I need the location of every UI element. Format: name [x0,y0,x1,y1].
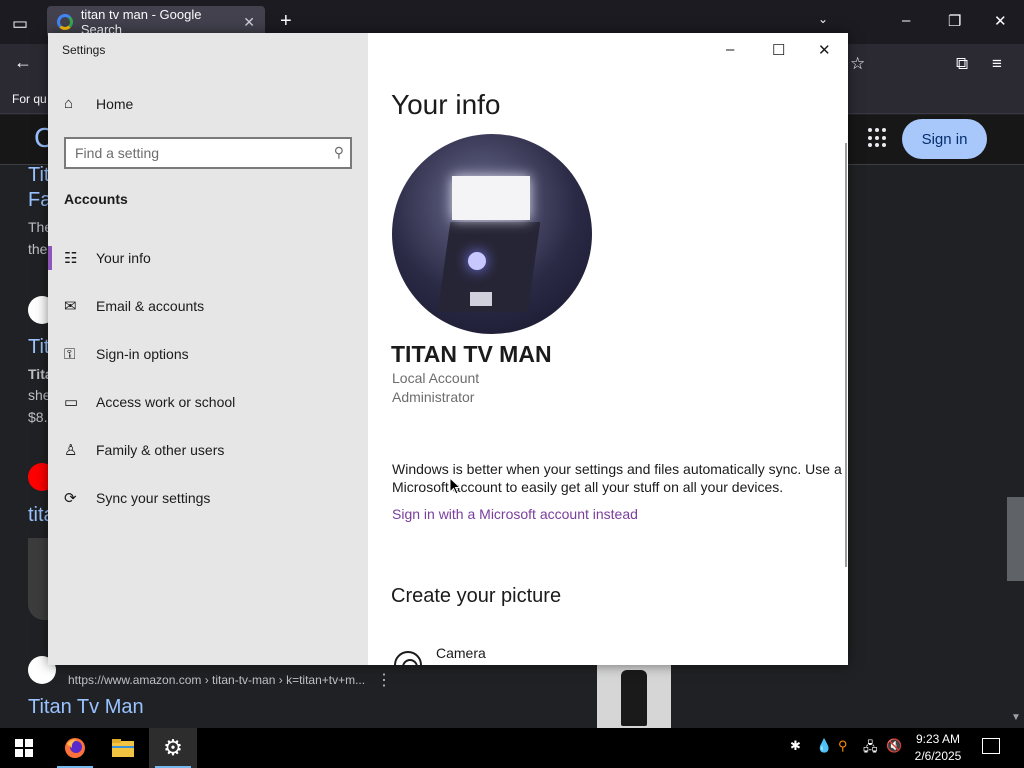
home-icon: ⌂ [64,95,74,112]
user-name: TITAN TV MAN [391,341,552,367]
maximize-icon[interactable]: ☐ [772,41,785,59]
settings-window: Settings ⌂ Home ⚲ Accounts ☷ Your info ✉… [48,33,848,665]
close-tab-icon[interactable]: ✕ [243,14,255,31]
find-setting-search[interactable]: ⚲ [64,137,352,169]
back-arrow-icon[interactable]: ← [14,52,32,73]
video-thumbnail[interactable] [28,538,48,620]
firefox-icon [65,738,85,758]
result-fragment: $8. [28,409,48,425]
search-icon[interactable]: ⚲ [334,144,344,161]
result-image[interactable] [597,664,671,728]
settings-sidebar: Settings ⌂ Home ⚲ Accounts ☷ Your info ✉… [48,33,368,665]
home-nav[interactable]: ⌂ Home [64,95,133,112]
google-apps-icon[interactable] [868,128,888,148]
add-person-icon: ♙ [64,442,78,459]
person-card-icon: ☷ [64,250,78,267]
new-tab-button[interactable]: + [280,10,292,33]
clock-time: 9:23 AM [915,732,961,746]
tray-drop-icon[interactable]: 💧 [816,738,832,754]
taskbar-firefox[interactable] [51,728,99,768]
account-type: Local Account [392,370,480,386]
nav-email-accounts[interactable]: ✉ Email & accounts [48,282,368,330]
network-icon[interactable]: 🖧 [863,738,878,760]
extensions-icon[interactable]: ⧉ [956,54,968,74]
more-options-icon[interactable]: ⋮ [376,670,392,690]
mail-icon: ✉ [64,298,77,315]
tray-app-icon[interactable]: ✱ [790,738,801,754]
volume-muted-icon[interactable]: 🔇 [886,738,902,754]
result-url: https://www.amazon.com › titan-tv-man › … [68,673,366,687]
clock-date: 2/6/2025 [914,749,962,763]
close-icon[interactable]: ✕ [818,41,831,59]
microsoft-account-link[interactable]: Sign in with a Microsoft account instead [392,506,638,522]
camera-label: Camera [436,645,486,661]
nav-label: Sync your settings [96,490,211,506]
minimize-icon[interactable]: – [726,41,734,58]
browser-close-icon[interactable]: ✕ [994,12,1007,30]
bookmarks-text[interactable]: For qu [12,92,47,106]
scroll-down-arrow-icon[interactable]: ▼ [1011,712,1021,723]
browser-minimize-icon[interactable]: – [902,12,910,29]
result-title[interactable]: Titan Tv Man [28,696,144,719]
sync-icon: ⟳ [64,490,77,507]
taskbar-settings[interactable]: ⚙ [149,728,197,768]
result-fragment: the [28,241,48,257]
tab-manager-icon[interactable]: ▭ [12,14,28,34]
account-role: Administrator [392,389,475,405]
nav-label: Email & accounts [96,298,205,314]
result-fragment[interactable]: Tit [28,336,49,359]
start-button[interactable] [0,728,48,768]
section-label: Accounts [64,191,128,207]
file-explorer-icon [112,739,134,757]
key-icon: ⚿ [64,345,76,363]
nav-sign-in-options[interactable]: ⚿ Sign-in options [48,330,368,378]
nav-label: Access work or school [96,394,236,410]
camera-icon [394,651,422,665]
tray-search-icon[interactable]: ⚲ [838,738,848,754]
nav-label: Sign-in options [96,346,189,362]
settings-gear-icon: ⚙ [163,735,183,760]
notification-center-icon[interactable] [982,738,1000,754]
nav-sync-settings[interactable]: ⟳ Sync your settings [48,474,368,522]
windows-logo-icon [15,739,33,757]
nav-your-info[interactable]: ☷ Your info [48,234,368,282]
bookmark-star-icon[interactable]: ☆ [850,54,865,74]
profile-picture [392,134,592,334]
search-input[interactable] [66,139,316,167]
page-title: Your info [391,89,501,120]
result-fragment[interactable]: Tit [28,164,49,187]
settings-main: – ☐ ✕ Your info TITAN TV MAN Local Accou… [368,33,848,665]
nav-access-work-school[interactable]: ▭ Access work or school [48,378,368,426]
create-picture-heading: Create your picture [391,585,562,607]
list-tabs-icon[interactable]: ⌄ [818,12,828,26]
briefcase-icon: ▭ [64,394,79,411]
google-signin-button[interactable]: Sign in [902,119,987,159]
mouse-cursor-icon [449,477,461,495]
camera-option[interactable]: Camera [394,639,486,665]
clock[interactable]: 9:23 AM 2/6/2025 [905,731,971,765]
browser-restore-icon[interactable]: ❐ [948,12,961,30]
browser-scrollbar[interactable] [1007,497,1024,581]
taskbar-file-explorer[interactable] [99,728,147,768]
settings-scrollbar[interactable] [845,143,847,567]
nav-label: Your info [96,250,151,266]
window-title: Settings [62,43,106,57]
nav-family-other-users[interactable]: ♙ Family & other users [48,426,368,474]
menu-icon[interactable]: ≡ [992,54,1002,74]
google-icon [57,14,73,30]
home-label: Home [96,95,134,112]
nav-label: Family & other users [96,442,225,458]
